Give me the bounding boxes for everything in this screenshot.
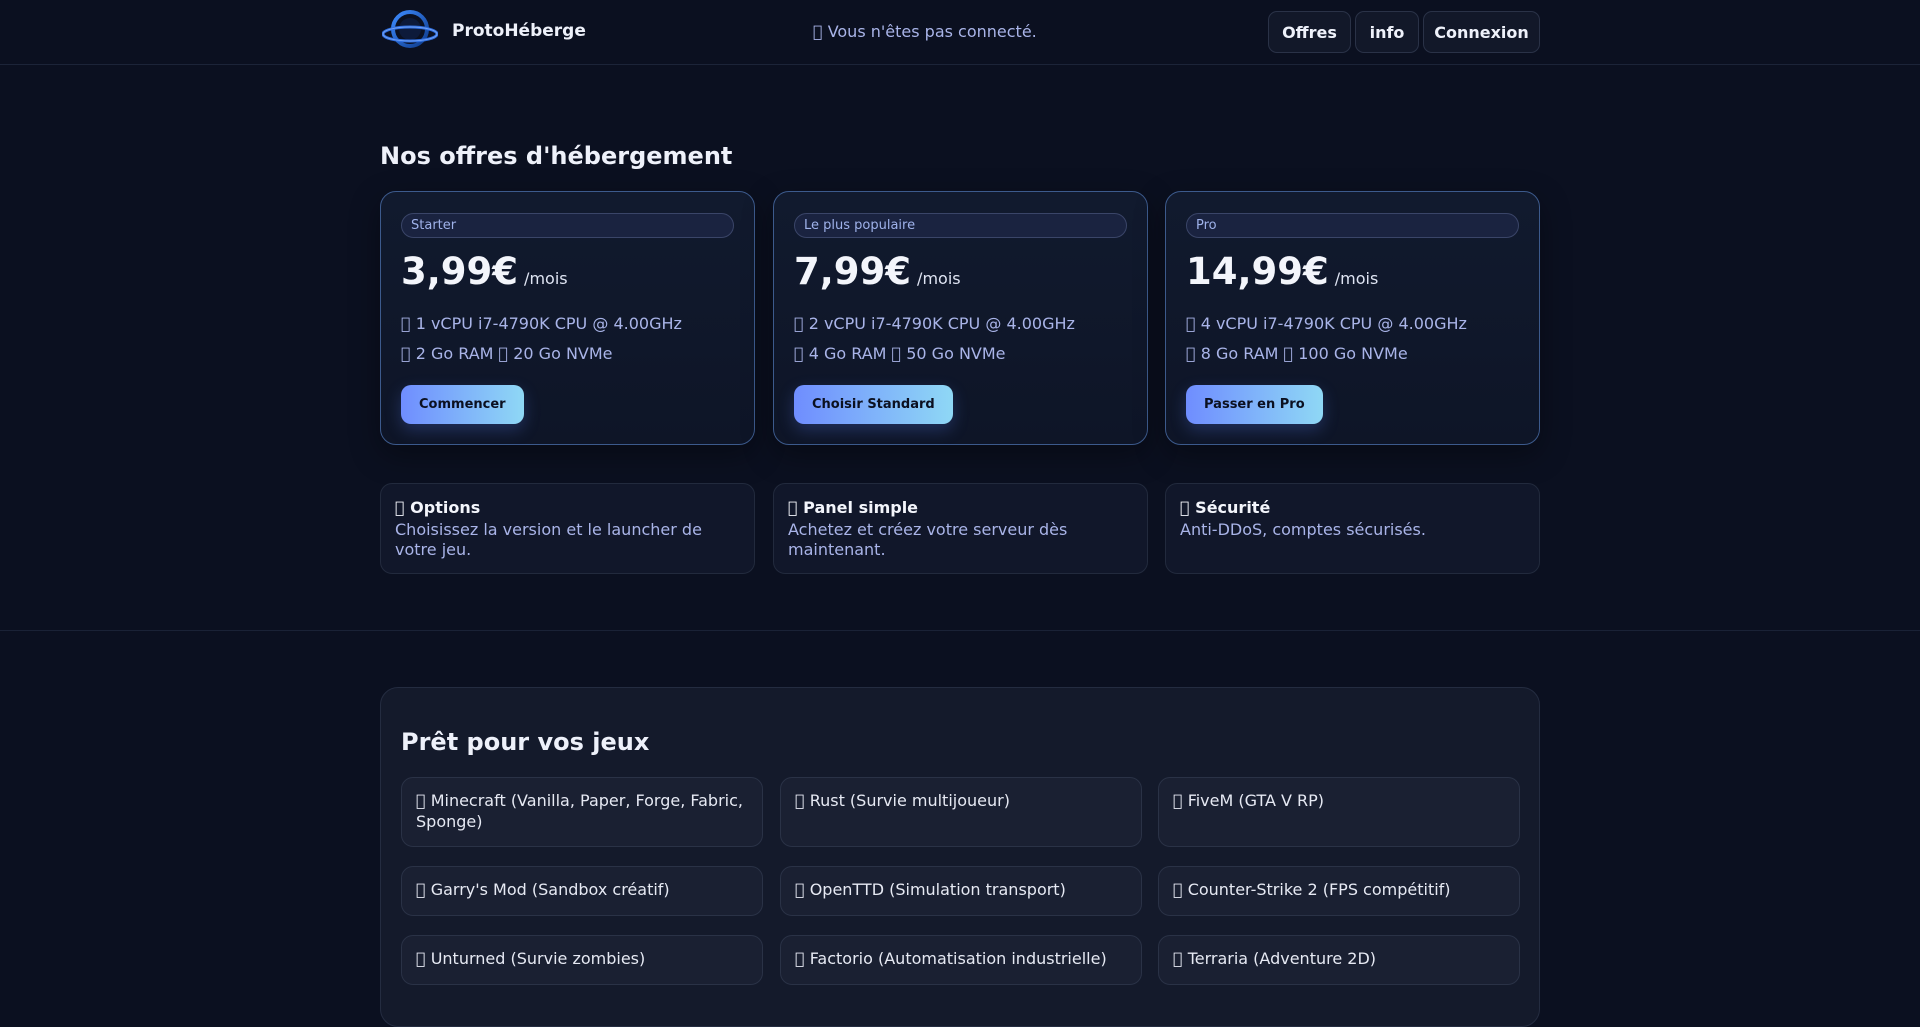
games-panel: Prêt pour vos jeux   Minecraft (Vanilla,… bbox=[380, 687, 1540, 1027]
feature-title:   Panel simple bbox=[788, 498, 919, 517]
section-divider bbox=[0, 630, 1920, 631]
plan-storage:   2 Go RAM   20 Go NVMe bbox=[401, 344, 613, 363]
feature-description: Choisissez la version et le launcher de … bbox=[395, 520, 702, 559]
planet-ring-logo-icon[interactable] bbox=[382, 7, 438, 51]
offers-title: Nos offres d'hébergement bbox=[380, 142, 733, 170]
plan-cpu:   1 vCPU i7-4790K CPU @ 4.00GHz bbox=[401, 314, 682, 333]
price-period: /mois bbox=[524, 269, 568, 288]
feature-options:   Options Choisissez la version et le la… bbox=[380, 483, 755, 574]
nav-connexion-button[interactable]: Connexion bbox=[1423, 11, 1540, 53]
plan-tag: Starter bbox=[401, 213, 734, 238]
plan-cpu:   4 vCPU i7-4790K CPU @ 4.00GHz bbox=[1186, 314, 1467, 333]
game-item:   FiveM (GTA V RP) bbox=[1158, 777, 1520, 847]
login-status:   Vous n'êtes pas connecté. bbox=[813, 22, 1037, 41]
price-value: 14,99€ bbox=[1186, 250, 1329, 293]
game-item:   Counter-Strike 2 (FPS compétitif) bbox=[1158, 866, 1520, 916]
nav-offres-button[interactable]: Offres bbox=[1268, 11, 1351, 53]
games-title: Prêt pour vos jeux bbox=[401, 728, 650, 756]
plan-card-starter: Starter 3,99€ /mois   1 vCPU i7-4790K CPU… bbox=[380, 191, 755, 445]
price-value: 3,99€ bbox=[401, 250, 519, 293]
game-item:   Minecraft (Vanilla, Paper, Forge, Fabr… bbox=[401, 777, 763, 847]
plan-tag: Le plus populaire bbox=[794, 213, 1127, 238]
plan-tag: Pro bbox=[1186, 213, 1519, 238]
feature-panel:   Panel simple Achetez et créez votre se… bbox=[773, 483, 1148, 574]
price-value: 7,99€ bbox=[794, 250, 912, 293]
feature-description: Achetez et créez votre serveur dès maint… bbox=[788, 520, 1068, 559]
nav-info-button[interactable]: info bbox=[1355, 11, 1419, 53]
plan-price: 14,99€ /mois bbox=[1186, 250, 1378, 293]
feature-security:   Sécurité Anti-DDoS, comptes sécurisés. bbox=[1165, 483, 1540, 574]
top-bar: ProtoHéberge   Vous n'êtes pas connecté.… bbox=[0, 0, 1920, 65]
plan-storage:   8 Go RAM   100 Go NVMe bbox=[1186, 344, 1408, 363]
game-item:   Garry's Mod (Sandbox créatif) bbox=[401, 866, 763, 916]
commencer-button[interactable]: Commencer bbox=[401, 385, 524, 424]
plan-storage:   4 Go RAM   50 Go NVMe bbox=[794, 344, 1006, 363]
passer-en-pro-button[interactable]: Passer en Pro bbox=[1186, 385, 1323, 424]
choisir-standard-button[interactable]: Choisir Standard bbox=[794, 385, 953, 424]
feature-description: Anti-DDoS, comptes sécurisés. bbox=[1180, 520, 1426, 539]
feature-title:   Options bbox=[395, 498, 481, 517]
game-item:   Factorio (Automatisation industrielle) bbox=[780, 935, 1142, 985]
price-period: /mois bbox=[917, 269, 961, 288]
plan-cpu:   2 vCPU i7-4790K CPU @ 4.00GHz bbox=[794, 314, 1075, 333]
feature-title:   Sécurité bbox=[1180, 498, 1271, 517]
plan-price: 7,99€ /mois bbox=[794, 250, 961, 293]
plan-price: 3,99€ /mois bbox=[401, 250, 568, 293]
plan-card-standard: Le plus populaire 7,99€ /mois   2 vCPU i7… bbox=[773, 191, 1148, 445]
game-item:   Rust (Survie multijoueur) bbox=[780, 777, 1142, 847]
game-item:   OpenTTD (Simulation transport) bbox=[780, 866, 1142, 916]
plan-card-pro: Pro 14,99€ /mois   4 vCPU i7-4790K CPU @ … bbox=[1165, 191, 1540, 445]
game-item:   Unturned (Survie zombies) bbox=[401, 935, 763, 985]
brand-name[interactable]: ProtoHéberge bbox=[452, 21, 586, 41]
game-item:   Terraria (Adventure 2D) bbox=[1158, 935, 1520, 985]
price-period: /mois bbox=[1334, 269, 1379, 288]
